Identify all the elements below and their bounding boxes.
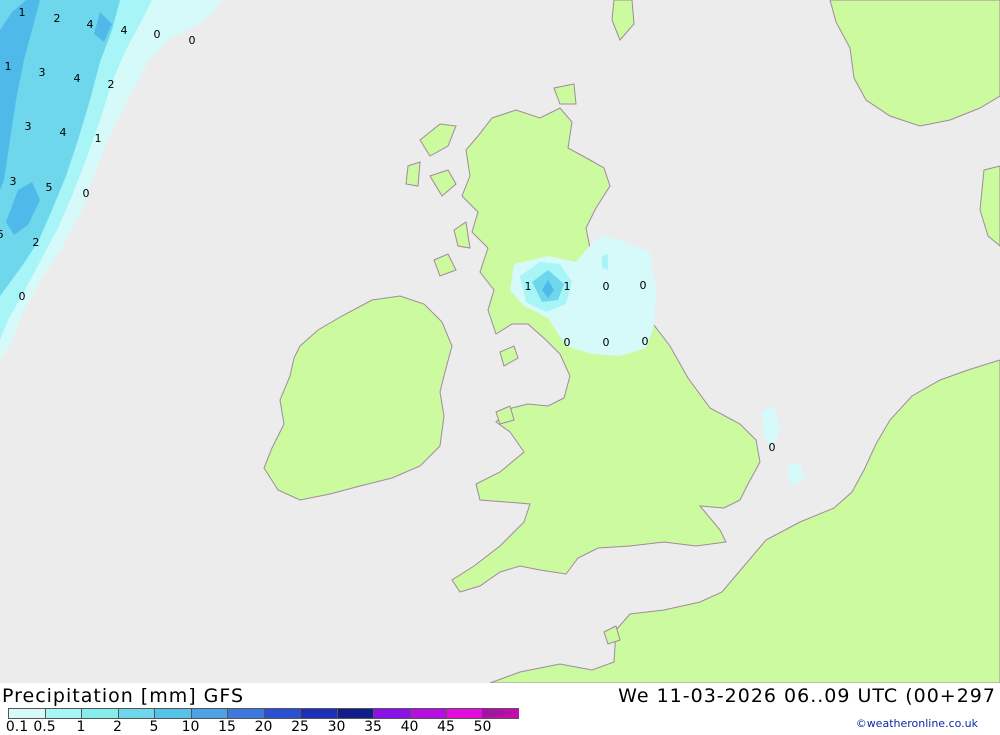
legend-swatch — [117, 708, 154, 719]
value-label: 4 — [60, 126, 67, 139]
legend-color-bar — [8, 708, 519, 719]
value-label: 0 — [19, 290, 26, 303]
value-label: 0 — [640, 279, 647, 292]
value-label: 0 — [189, 34, 196, 47]
value-label: 0 — [642, 335, 649, 348]
precipitation-map: 1 2 4 4 0 0 1 3 4 2 3 4 1 3 5 0 6 2 0 1 … — [0, 0, 1000, 683]
legend-swatch — [44, 708, 81, 719]
value-label: 4 — [87, 18, 94, 31]
value-label: 0 — [154, 28, 161, 41]
value-label: 0 — [769, 441, 776, 454]
legend-footer: Precipitation [mm] GFS We 11-03-2026 06.… — [0, 683, 1000, 735]
value-label: 0 — [603, 280, 610, 293]
value-label: 4 — [74, 72, 81, 85]
legend-swatch — [373, 708, 410, 719]
legend-swatch — [300, 708, 337, 719]
legend-swatch — [409, 708, 446, 719]
value-label: 2 — [54, 12, 61, 25]
value-label: 3 — [39, 66, 46, 79]
legend-swatch — [81, 708, 118, 719]
legend-swatch — [227, 708, 264, 719]
value-label: 2 — [108, 78, 115, 91]
value-label: 0 — [83, 187, 90, 200]
value-label: 4 — [121, 24, 128, 37]
legend-swatch — [8, 708, 45, 719]
value-label: 1 — [19, 6, 26, 19]
value-label: 1 — [95, 132, 102, 145]
value-label: 1 — [525, 280, 532, 293]
legend-swatch — [263, 708, 300, 719]
value-label: 3 — [25, 120, 32, 133]
value-label: 6 — [0, 228, 4, 241]
value-label: 2 — [33, 236, 40, 249]
legend-swatch — [154, 708, 191, 719]
value-label: 3 — [10, 175, 17, 188]
value-label: 1 — [564, 280, 571, 293]
value-label: 0 — [564, 336, 571, 349]
legend-swatch — [446, 708, 483, 719]
legend-title: Precipitation [mm] GFS — [2, 685, 245, 707]
value-label: 1 — [5, 60, 12, 73]
value-label: 5 — [46, 181, 53, 194]
legend-swatch — [190, 708, 227, 719]
legend-arrow — [482, 708, 518, 718]
legend-swatch — [336, 708, 373, 719]
credit-link[interactable]: ©weatheronline.co.uk — [856, 717, 978, 730]
value-label: 0 — [603, 336, 610, 349]
run-info: We 11-03-2026 06..09 UTC (00+297 — [618, 685, 996, 707]
